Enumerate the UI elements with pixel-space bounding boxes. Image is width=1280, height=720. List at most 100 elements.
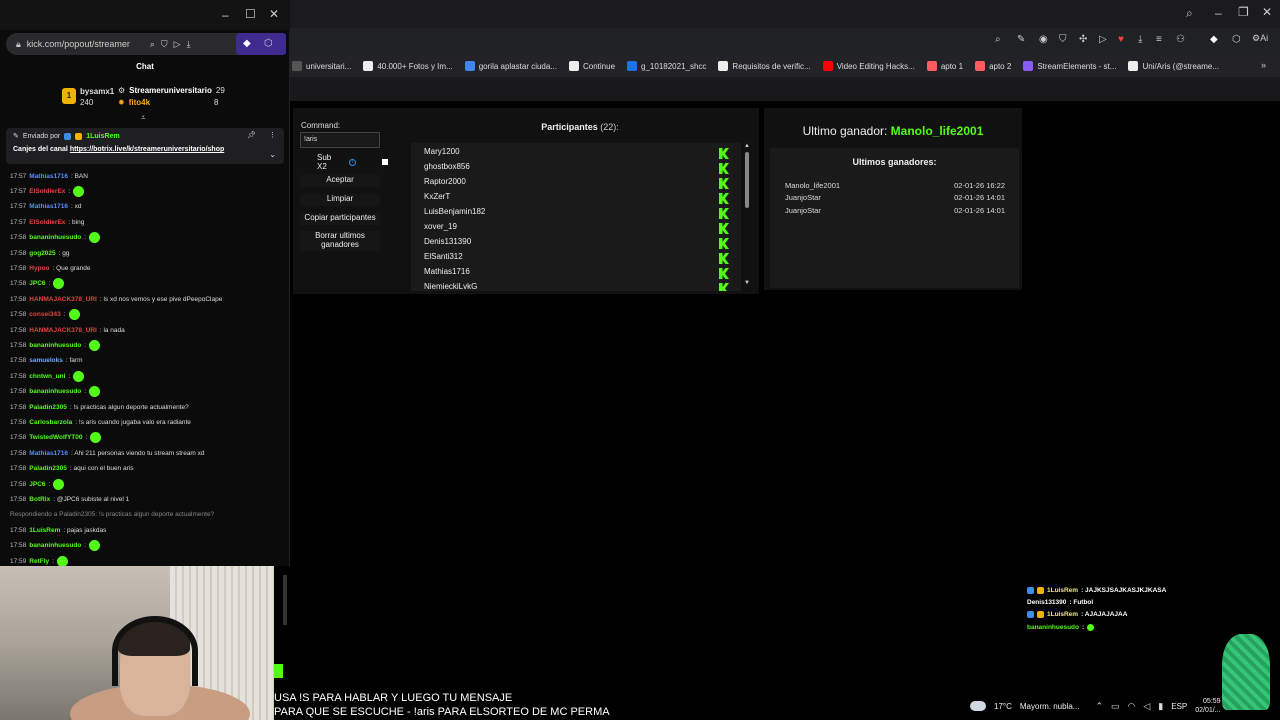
command-input[interactable]: !aris <box>300 132 380 148</box>
wifi-icon[interactable]: ◠ <box>1128 701 1136 712</box>
search-icon[interactable]: ⌕ <box>150 39 155 50</box>
more-bookmarks-icon[interactable]: » <box>1261 60 1266 70</box>
monitor-icon[interactable]: ▭ <box>1111 701 1120 712</box>
overlay-text: : JAJKSJSAJKASJKJKASA <box>1081 587 1167 594</box>
minimize-icon[interactable]: – <box>1215 6 1222 20</box>
chat-username[interactable]: bananinhuesudo <box>29 388 81 395</box>
chat-url-text: kick.com/popout/streamer <box>26 39 130 49</box>
heart-icon[interactable]: ♥ <box>1118 34 1124 45</box>
chat-username[interactable]: Paladin2305 <box>29 404 67 411</box>
chat-username[interactable]: Hypoo <box>29 265 49 272</box>
chevron-down-icon[interactable]: ⌄ <box>269 150 276 159</box>
translate-icon[interactable]: ✣ <box>1079 34 1087 45</box>
chat-text: : BAN <box>70 172 88 180</box>
bookmark-item[interactable]: apto 2 <box>975 61 1011 71</box>
extension-icon[interactable]: ◆ <box>1210 34 1218 45</box>
chat-timestamp: 17:58 <box>10 311 27 319</box>
close-icon[interactable]: ✕ <box>269 7 279 21</box>
cube-icon[interactable]: ⬡ <box>1232 34 1241 45</box>
shield-icon[interactable]: ⛉ <box>1059 34 1067 45</box>
chat-text: : <box>68 187 71 195</box>
pinned-link[interactable]: https://botrix.live/k/streameruniversita… <box>70 146 224 153</box>
chat-scrollbar[interactable] <box>283 575 287 625</box>
chat-message: 17:58 JPC6: <box>10 278 65 290</box>
chat-username[interactable]: BotRix <box>29 496 50 503</box>
chat-username[interactable]: ElSoldierEx <box>29 219 65 226</box>
chat-username[interactable]: RetFly <box>29 558 49 565</box>
chat-username[interactable]: Paladin2305 <box>29 465 67 472</box>
bookmark-item[interactable]: gorila aplastar ciuda... <box>464 61 557 71</box>
clear-winners-button[interactable]: Borrar ultimos ganadores <box>300 231 380 251</box>
more-icon[interactable]: ⋮ <box>269 131 276 139</box>
shield-icon[interactable]: ⛉ <box>161 39 168 50</box>
maximize-icon[interactable]: ☐ <box>245 7 256 21</box>
pin-icon: ✎ <box>13 133 19 140</box>
chat-username[interactable]: Mathias1716 <box>29 203 68 210</box>
accept-button[interactable]: Aceptar <box>300 175 380 187</box>
chat-username[interactable]: samueloks <box>29 357 63 364</box>
sub-x2-checkbox[interactable] <box>382 159 388 165</box>
bookmark-item[interactable]: StreamElements - st... <box>1023 61 1116 71</box>
profile-icon[interactable]: ⚇ <box>1176 34 1185 45</box>
bookmark-item[interactable]: apto 1 <box>926 61 963 71</box>
weather-icon[interactable] <box>970 701 986 711</box>
scroll-down-icon[interactable]: ▼ <box>744 280 750 286</box>
bookmark-item[interactable]: Uni/Aris (@streame... <box>1128 61 1219 71</box>
volume-icon[interactable]: ◁ <box>1143 701 1150 712</box>
chat-username[interactable]: ElSoldierEx <box>29 188 65 195</box>
maximize-icon[interactable]: ❐ <box>1238 5 1249 19</box>
chat-username[interactable]: bananinhuesudo <box>29 234 81 241</box>
copy-participants-button[interactable]: Copiar participantes <box>300 213 380 225</box>
battery-icon[interactable]: ▮ <box>1158 701 1163 712</box>
bookmark-item[interactable]: Continue <box>569 61 615 71</box>
clock[interactable]: 05:59 02/01/... <box>1195 697 1220 715</box>
chat-username[interactable]: HANMAJACK378_URI <box>29 296 97 303</box>
pin-icon[interactable]: 📌︎ <box>247 131 256 139</box>
chat-username[interactable]: Carlosbarzola <box>29 419 72 426</box>
bookmark-item[interactable]: Requisitos de verific... <box>718 61 811 71</box>
chevron-up-icon[interactable]: ⌃ <box>1095 701 1103 712</box>
download-icon[interactable]: ⤓ <box>1138 34 1142 45</box>
recent-winner-row: JuanjoStar 02-01-26 14:01 <box>785 193 1005 202</box>
download-icon[interactable]: ⤓ <box>187 39 191 50</box>
chat-username[interactable]: HANMAJACK378_URI <box>29 327 97 334</box>
menu-icon[interactable]: ≡ <box>1156 34 1162 45</box>
chat-message: 17:58 1LuisRem: pajas jaskdas <box>10 524 106 536</box>
play-icon[interactable]: ▷ <box>1099 34 1107 45</box>
clear-button[interactable]: Limpiar <box>300 194 380 206</box>
search-icon[interactable]: ⌕ <box>1186 6 1193 21</box>
chat-username[interactable]: consei343 <box>29 311 60 318</box>
chat-username[interactable]: 1LuisRem <box>29 527 60 534</box>
bookmark-item[interactable]: g_10182021_shcc <box>627 61 706 71</box>
chat-username[interactable]: Mathias1716 <box>29 450 68 457</box>
bookmark-item[interactable]: Video Editing Hacks... <box>822 61 915 71</box>
chat-username[interactable]: JPC6 <box>29 280 45 287</box>
info-icon[interactable]: i <box>349 158 357 166</box>
bookmark-item[interactable]: 40.000+ Fotos y Im... <box>363 61 453 71</box>
collapse-icon[interactable]: ⩡ <box>141 113 146 123</box>
participants-list[interactable]: Mary1200 ghostbox856 Raptor2000 KxZerT LuisB… <box>411 143 741 291</box>
close-icon[interactable]: ✕ <box>1262 5 1272 19</box>
chat-username[interactable]: bananinhuesudo <box>29 342 81 349</box>
extension-icon[interactable]: ◆ <box>243 38 251 49</box>
search-icon[interactable]: ⌕ <box>995 34 1001 45</box>
chat-username[interactable]: bananinhuesudo <box>29 542 81 549</box>
minimize-icon[interactable]: – <box>222 8 229 22</box>
edit-icon[interactable]: ✎ <box>1017 34 1025 45</box>
scroll-up-icon[interactable]: ▲ <box>744 143 750 149</box>
language-indicator[interactable]: ESP <box>1171 702 1187 711</box>
chat-username[interactable]: Mathias1716 <box>29 173 68 180</box>
ai-button[interactable]: ⚙Ai <box>1252 33 1268 44</box>
play-icon[interactable]: ▷ <box>174 39 181 50</box>
chat-username[interactable]: gog2025 <box>29 250 55 257</box>
cube-icon[interactable]: ⬡ <box>264 38 273 49</box>
chat-username[interactable]: JPC6 <box>29 481 45 488</box>
scrollbar-thumb[interactable] <box>745 152 749 208</box>
camera-icon[interactable]: ◉ <box>1039 34 1048 45</box>
bookmark-item[interactable]: universitari... <box>292 61 351 71</box>
chat-username[interactable]: TwistedWolfYT00 <box>29 434 82 441</box>
emote-icon <box>53 278 65 290</box>
chat-username[interactable]: chntwn_uni <box>29 373 65 380</box>
overlay-chat-row: 1LuisRem : AJAJAJAJAA <box>1027 611 1127 618</box>
emote-icon <box>89 386 101 398</box>
